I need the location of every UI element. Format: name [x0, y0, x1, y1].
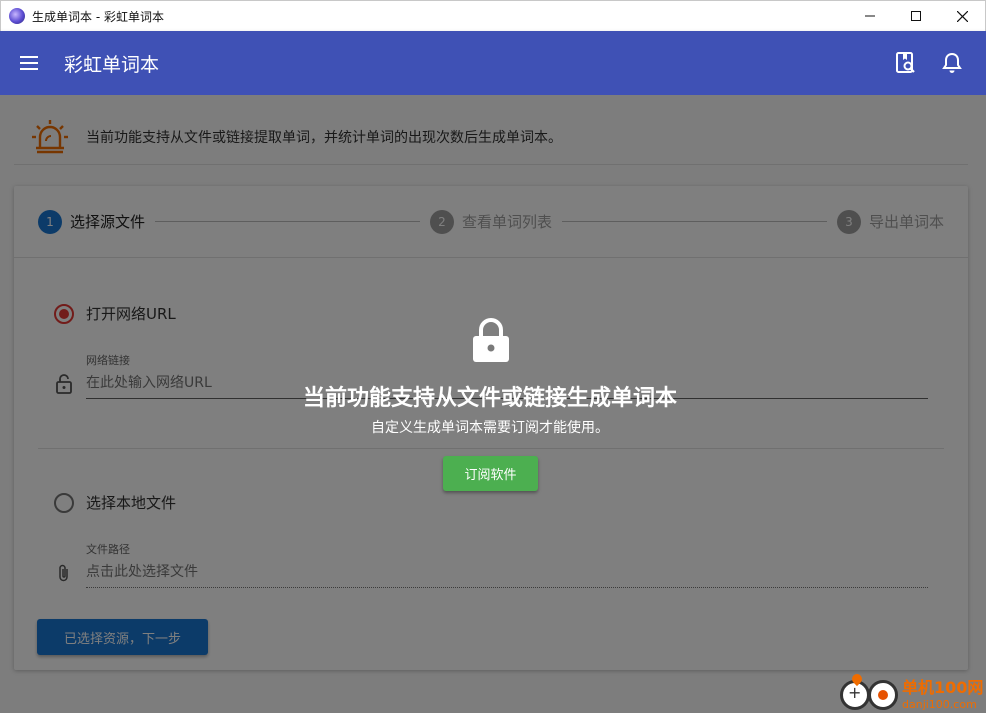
watermark-url: danji100.com: [902, 697, 977, 711]
hamburger-icon: [20, 56, 38, 58]
book-search-button[interactable]: [894, 51, 918, 75]
watermark: + 单机100网 danji100.com: [838, 671, 986, 713]
menu-button[interactable]: [16, 49, 44, 77]
plus-icon: +: [848, 683, 862, 702]
maximize-icon: [911, 11, 921, 21]
overlay-title: 当前功能支持从文件或链接生成单词本: [302, 386, 677, 411]
watermark-logo-icon: +: [838, 671, 904, 710]
close-button[interactable]: [939, 1, 985, 31]
notifications-button[interactable]: [940, 51, 964, 75]
appbar-actions: [894, 51, 964, 75]
app-bar: 彩虹单词本: [0, 31, 986, 95]
watermark-text: 单机100网 danji100.com: [902, 674, 983, 711]
hamburger-bar: [20, 62, 38, 64]
watermark-brand: 单机100网: [902, 677, 984, 697]
window-titlebar: 生成单词本 - 彩虹单词本: [0, 0, 986, 31]
hamburger-bar: [20, 68, 38, 70]
subscribe-button[interactable]: 订阅软件: [443, 456, 538, 491]
minimize-icon: [865, 15, 875, 17]
close-icon: [956, 10, 968, 22]
window-controls: [847, 1, 985, 31]
lock-icon: [473, 318, 509, 362]
app-logo-icon: [9, 8, 25, 24]
minimize-button[interactable]: [847, 1, 893, 31]
watermark-circle: [868, 680, 898, 710]
window-title: 生成单词本 - 彩虹单词本: [32, 9, 164, 24]
app-title: 彩虹单词本: [64, 53, 160, 76]
maximize-button[interactable]: [893, 1, 939, 31]
book-search-icon: [896, 52, 915, 73]
subscription-lock-panel: 当前功能支持从文件或链接生成单词本 自定义生成单词本需要订阅才能使用。 订阅软件: [0, 95, 986, 713]
bell-icon: [942, 52, 962, 73]
overlay-subtitle: 自定义生成单词本需要订阅才能使用。: [371, 420, 609, 436]
